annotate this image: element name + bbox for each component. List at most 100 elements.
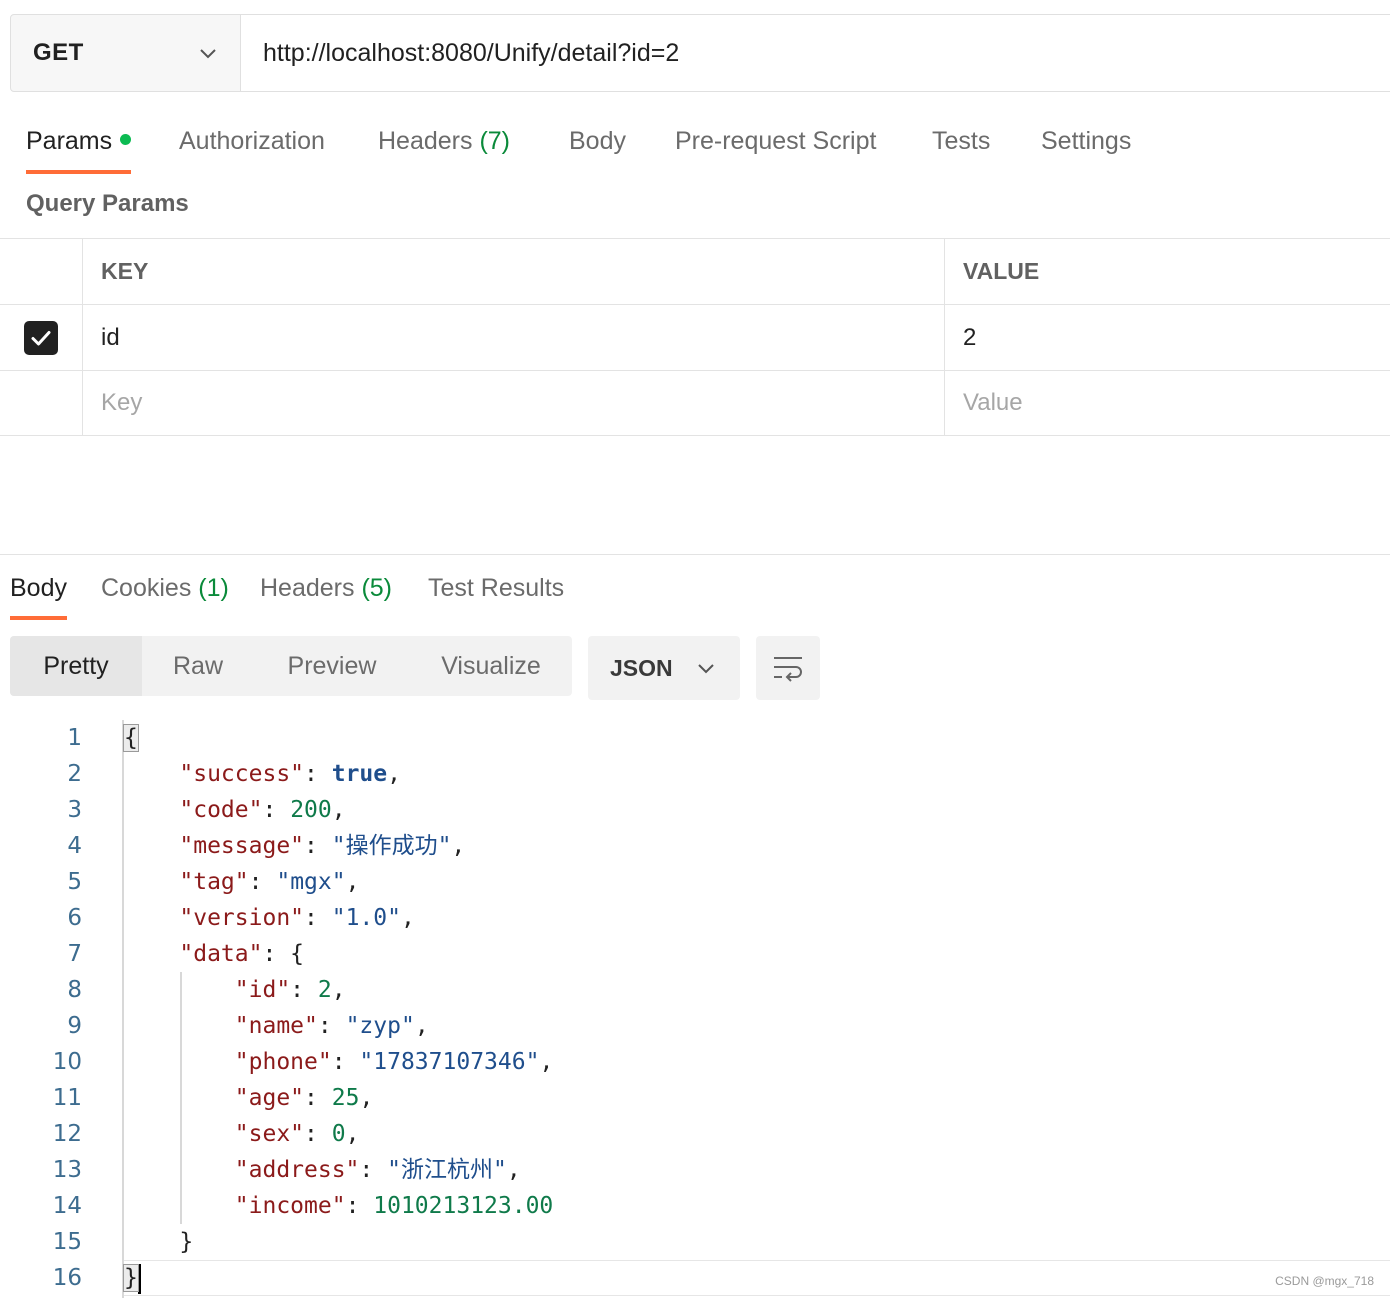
param-enable-cell: [0, 371, 83, 435]
response-tabs: Body Cookies (1) Headers (5) Test Result…: [0, 560, 1390, 620]
response-divider[interactable]: [0, 554, 1390, 555]
code-token: :: [304, 1085, 332, 1111]
code-token: "sex": [234, 1121, 305, 1147]
tab-count: (7): [479, 127, 511, 155]
line-number: 11: [52, 1085, 82, 1111]
code-text: "sex": 0,: [124, 1116, 360, 1152]
code-token: }: [124, 1229, 194, 1255]
view-mode-pretty[interactable]: Pretty: [10, 636, 142, 696]
code-token: ,: [345, 869, 360, 895]
code-token: 2: [317, 977, 332, 1003]
code-text: "address": "浙江杭州",: [124, 1152, 521, 1188]
tab-label: Authorization: [179, 127, 325, 155]
url-input[interactable]: [241, 15, 1390, 91]
code-token: :: [304, 1121, 332, 1147]
code-token: ,: [331, 797, 346, 823]
code-line: 12 "sex": 0,: [0, 1116, 1390, 1152]
view-mode-visualize[interactable]: Visualize: [410, 636, 572, 696]
code-token: ,: [345, 1121, 360, 1147]
code-token: {: [123, 724, 139, 752]
code-line: 9 "name": "zyp",: [0, 1008, 1390, 1044]
tab-label: Test Results: [428, 574, 565, 602]
code-line: 16}: [0, 1260, 1390, 1296]
tab-authorization[interactable]: Authorization: [179, 112, 325, 174]
tab-label: Params: [26, 127, 113, 155]
tab-body[interactable]: Body: [569, 112, 626, 174]
code-token: 1010213123.00: [373, 1193, 554, 1219]
code-token: true: [331, 761, 388, 787]
code-token: "操作成功": [331, 833, 452, 859]
tab-headers[interactable]: Headers (7): [378, 112, 510, 174]
tab-params[interactable]: Params: [26, 112, 132, 174]
response-tab-test-results[interactable]: Test Results: [428, 560, 564, 620]
params-status-dot: [120, 133, 132, 145]
code-token: "id": [234, 977, 291, 1003]
tab-tests[interactable]: Tests: [932, 112, 990, 174]
param-key-cell[interactable]: id: [83, 305, 945, 370]
code-token: "code": [179, 797, 263, 823]
code-token: :: [345, 1193, 374, 1219]
code-line: 5 "tag": "mgx",: [0, 864, 1390, 900]
method-selector[interactable]: GET: [11, 15, 241, 91]
code-token: 200: [290, 797, 332, 823]
line-number: 10: [52, 1049, 82, 1075]
response-tab-body[interactable]: Body: [10, 560, 67, 620]
code-token: "mgx": [276, 869, 346, 895]
request-tabs: Params Authorization Headers (7) Body Pr…: [0, 112, 1390, 174]
line-number: 13: [52, 1157, 82, 1183]
code-text: "message": "操作成功",: [124, 828, 465, 864]
code-token: "phone": [234, 1049, 332, 1075]
response-tab-headers[interactable]: Headers (5): [260, 560, 392, 620]
response-tab-cookies[interactable]: Cookies (1): [101, 560, 229, 620]
code-text: "income": 1010213123.00: [124, 1188, 554, 1224]
param-enable-cell: [0, 305, 83, 370]
code-token: :: [248, 869, 277, 895]
tab-label: Body: [569, 127, 626, 155]
tab-settings[interactable]: Settings: [1041, 112, 1131, 174]
code-token: ,: [359, 1085, 374, 1111]
tab-label: Cookies: [101, 574, 192, 602]
code-token: ,: [387, 761, 401, 787]
code-token: :: [304, 905, 332, 931]
code-line: 3 "code": 200,: [0, 792, 1390, 828]
wrap-lines-button[interactable]: [756, 636, 820, 700]
query-params-table: KEY VALUE id 2 Key Value: [0, 238, 1390, 436]
view-mode-raw[interactable]: Raw: [142, 636, 254, 696]
code-line: 11 "age": 25,: [0, 1080, 1390, 1116]
new-param-value-input[interactable]: Value: [945, 371, 1390, 435]
line-number: 12: [52, 1121, 82, 1147]
response-body-editor[interactable]: 1{2 "success": true, 3 "code": 200, 4 "mes…: [0, 720, 1390, 1298]
format-label: JSON: [610, 654, 673, 681]
tab-pre-request-script[interactable]: Pre-request Script: [675, 112, 876, 174]
line-number: 3: [67, 797, 82, 823]
code-token: "age": [234, 1085, 305, 1111]
code-line: 10 "phone": "17837107346",: [0, 1044, 1390, 1080]
code-token: "success": [179, 761, 305, 787]
checkbox-column-header: [0, 239, 83, 304]
code-text: "version": "1.0",: [124, 900, 414, 936]
param-enable-checkbox[interactable]: [24, 320, 58, 355]
wrap-lines-icon: [774, 657, 802, 682]
code-token: :: [359, 1157, 388, 1183]
view-mode-preview[interactable]: Preview: [254, 636, 410, 696]
code-token: :: [304, 833, 332, 859]
new-param-key-input[interactable]: Key: [83, 371, 945, 435]
request-url-bar: GET: [10, 14, 1390, 92]
code-token: "message": [179, 833, 305, 859]
code-token: :: [331, 1049, 360, 1075]
line-number: 8: [67, 977, 82, 1003]
line-number: 1: [67, 725, 82, 751]
code-token: : {: [262, 941, 305, 967]
code-token: "1.0": [331, 905, 401, 931]
code-token: ,: [451, 833, 466, 859]
format-dropdown[interactable]: JSON: [588, 636, 740, 700]
param-value-cell[interactable]: 2: [945, 305, 1390, 370]
